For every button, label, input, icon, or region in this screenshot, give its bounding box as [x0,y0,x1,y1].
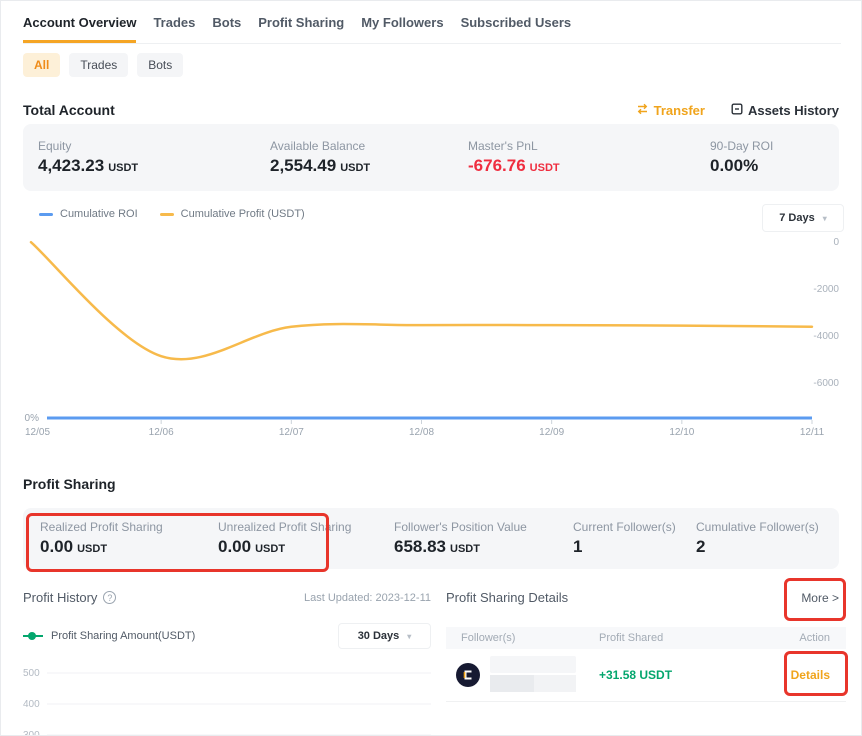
profit-sharing-details-header: Profit Sharing Details More > [446,590,843,605]
profit-history-chart[interactable]: 500 400 300 [23,659,431,736]
details-button[interactable]: Details [770,668,846,682]
profit-sharing-title: Profit Sharing [23,476,116,492]
profit-legend-dash-icon [160,213,174,216]
svg-text:0: 0 [833,237,839,248]
profit-history-title: Profit History ? [23,590,116,605]
roi-legend-dash-icon [39,213,53,216]
last-updated-label: Last Updated: 2023-12-11 [304,592,431,604]
stat-followers-position-value: Follower's Position Value 658.83USDT [394,508,573,569]
table-header-row: Follower(s) Profit Shared Action [446,627,846,649]
filter-trades[interactable]: Trades [69,53,128,77]
legend-cumulative-profit[interactable]: Cumulative Profit (USDT) [160,208,305,220]
svg-text:400: 400 [23,699,40,710]
profit-sharing-details-table: Follower(s) Profit Shared Action +31.58 … [446,627,846,702]
stat-unrealized-profit-sharing: Unrealized Profit Sharing 0.00USDT [218,508,394,569]
profit-amount-legend-marker-icon [23,632,43,640]
svg-text:-2000: -2000 [813,284,839,295]
range-selector-30-days[interactable]: 30 Days ▾ [338,623,431,649]
legend-cumulative-roi[interactable]: Cumulative ROI [39,208,138,220]
follower-avatar [456,663,480,687]
svg-text:300: 300 [23,730,40,736]
svg-text:12/06: 12/06 [149,427,174,438]
svg-text:12/05: 12/05 [25,427,50,438]
tab-bots[interactable]: Bots [212,13,241,43]
total-account-header: Total Account Transfer Assets History [23,102,839,118]
tab-account-overview[interactable]: Account Overview [23,13,136,43]
filter-bots[interactable]: Bots [137,53,183,77]
blurred-follower-name [490,655,580,695]
stat-masters-pnl: Master's PnL -676.76USDT [468,124,710,191]
top-tab-bar: Account Overview Trades Bots Profit Shar… [23,13,841,44]
stat-current-followers: Current Follower(s) 1 [573,508,696,569]
tab-trades[interactable]: Trades [153,13,195,43]
tab-profit-sharing[interactable]: Profit Sharing [258,13,344,43]
svg-text:0%: 0% [25,413,40,424]
transfer-button[interactable]: Transfer [636,103,705,118]
chevron-down-icon: ▾ [407,632,411,641]
range-selector-7-days[interactable]: 7 Days ▾ [762,204,844,232]
filter-pills: All Trades Bots [23,53,183,77]
profit-shared-value: +31.58 USDT [599,668,770,682]
stat-90-day-roi: 90-Day ROI 0.00% [710,124,839,191]
filter-all[interactable]: All [23,53,60,77]
svg-text:12/10: 12/10 [669,427,694,438]
stat-available-balance: Available Balance 2,554.49USDT [270,124,468,191]
col-profit-shared: Profit Shared [599,632,770,644]
svg-text:12/09: 12/09 [539,427,564,438]
svg-text:-6000: -6000 [813,378,839,389]
cumulative-roi-profit-chart[interactable]: 0 -2000 -4000 -6000 0% 12/05 12/06 12/07 12/08 12… [23,229,841,441]
profit-history-header: Profit History ? Last Updated: 2023-12-1… [23,590,431,605]
stat-realized-profit-sharing: Realized Profit Sharing 0.00USDT [40,508,218,569]
svg-text:12/07: 12/07 [279,427,304,438]
chevron-down-icon: ▾ [823,214,827,223]
total-account-stats-card: Equity 4,423.23USDT Available Balance 2,… [23,124,839,191]
profit-history-legend[interactable]: Profit Sharing Amount(USDT) [23,630,195,642]
transfer-swap-icon [636,103,649,118]
svg-text:500: 500 [23,668,40,679]
follower-cell [446,655,599,695]
profit-sharing-stats-card: Realized Profit Sharing 0.00USDT Unreali… [23,508,839,569]
profit-sharing-details-title: Profit Sharing Details [446,590,568,605]
col-action: Action [770,632,846,644]
account-overview-page: Account Overview Trades Bots Profit Shar… [0,0,862,736]
main-chart-legend: Cumulative ROI Cumulative Profit (USDT) [39,208,305,220]
more-button[interactable]: More > [801,591,843,605]
stat-equity: Equity 4,423.23USDT [38,124,270,191]
col-followers: Follower(s) [446,632,599,644]
assets-history-button[interactable]: Assets History [731,103,839,118]
svg-text:12/11: 12/11 [800,427,825,438]
svg-text:12/08: 12/08 [409,427,434,438]
help-icon[interactable]: ? [103,591,116,604]
svg-text:-4000: -4000 [813,331,839,342]
tab-subscribed-users[interactable]: Subscribed Users [461,13,572,43]
coin-logo-icon [456,663,480,687]
assets-history-document-icon [731,103,743,118]
tab-my-followers[interactable]: My Followers [361,13,443,43]
table-row: +31.58 USDT Details [446,649,846,702]
total-account-title: Total Account [23,102,115,118]
stat-cumulative-followers: Cumulative Follower(s) 2 [696,508,839,569]
